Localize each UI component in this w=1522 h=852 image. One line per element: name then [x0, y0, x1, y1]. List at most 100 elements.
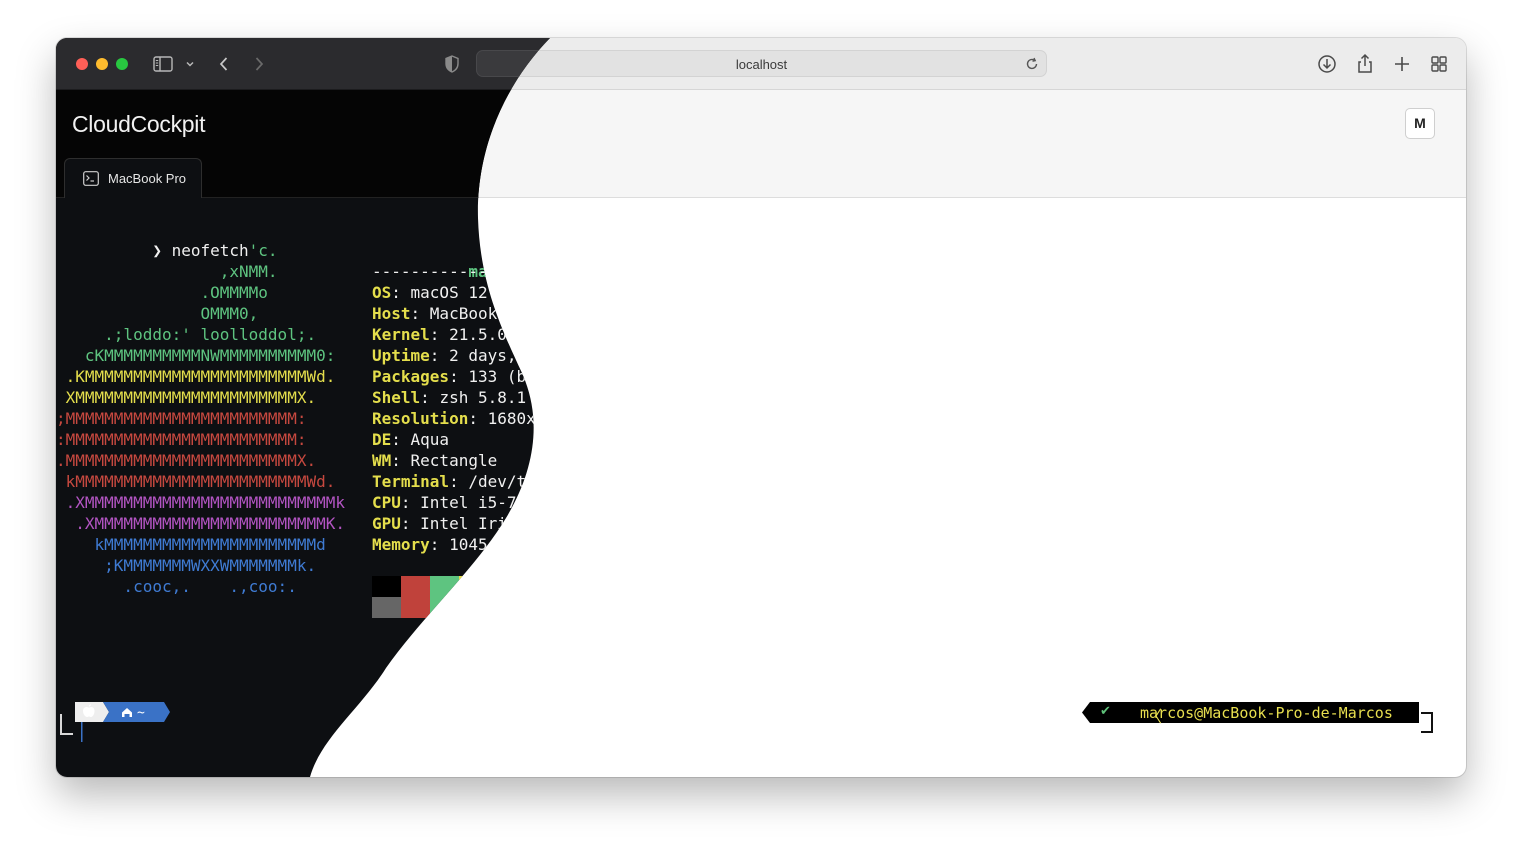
info-row: DE: Aqua — [372, 429, 449, 450]
info-row: Packages: 133 (brew) — [372, 366, 565, 387]
info-value: : Intel Iris Plus Graphics 640 — [400, 514, 690, 533]
info-row: GPU: Intel Iris Plus Graphics 640 — [372, 513, 690, 534]
new-tab-icon[interactable] — [1391, 53, 1413, 75]
ascii-line: ;MMMMMMMMMMMMMMMMMMMMMMMM: — [56, 409, 307, 428]
home-path: ~ — [137, 706, 145, 721]
ascii-line: OMMM0, — [56, 304, 259, 323]
info-value: : MacBookPro14,1 — [410, 304, 565, 323]
color-swatch — [488, 576, 517, 597]
ascii-line: cKMMMMMMMMMMNWMMMMMMMMMM0: — [56, 346, 336, 365]
cursor — [81, 722, 83, 742]
info-row: Uptime: 2 days, 2 hours, 47 mins — [372, 345, 680, 366]
success-check-icon: ✔ — [1100, 704, 1111, 719]
ascii-line: .KMMMMMMMMMMMMMMMMMMMMMMMWd. — [56, 367, 336, 386]
privacy-shield-icon[interactable] — [441, 53, 463, 75]
color-palette — [372, 576, 603, 618]
info-row: Memory: 10454MiB / 16384MiB — [372, 534, 632, 555]
info-key: OS — [372, 283, 392, 302]
info-key: WM — [372, 451, 392, 470]
sidebar-toggle-icon[interactable] — [152, 53, 174, 75]
info-value: : 2 days, 2 hours, 47 mins — [429, 346, 681, 365]
info-value: : /dev/ttys007 — [449, 472, 584, 491]
color-swatch — [546, 576, 575, 597]
right-prompt: ✔ 〈 marcos@MacBook-Pro-de-Marcos — [1082, 702, 1419, 726]
color-swatch — [575, 597, 604, 618]
tab-macbook-pro[interactable]: MacBook Pro — [64, 158, 202, 198]
ascii-line: ;KMMMMMMMWXXWMMMMMMMk. — [56, 556, 317, 575]
info-value: : 21.5.0 — [429, 325, 507, 344]
user-avatar[interactable]: M — [1405, 108, 1435, 139]
back-icon[interactable] — [213, 53, 235, 75]
info-key: Shell — [372, 388, 421, 407]
ascii-line: ,xNMM. — [56, 262, 278, 281]
info-key: Packages — [372, 367, 450, 386]
info-row: Resolution: 1680x1050@2x — [372, 408, 603, 429]
color-swatch — [488, 597, 517, 618]
color-swatch — [430, 597, 459, 618]
address-bar[interactable]: localhost — [476, 50, 1047, 77]
color-swatch — [372, 576, 401, 597]
info-value: : Intel i5-7360U (4) @ 2.30GHz — [400, 493, 690, 512]
minimize-window-button[interactable] — [96, 58, 108, 70]
separator-line: ---------------------------------- — [372, 262, 700, 281]
info-row: CPU: Intel i5-7360U (4) @ 2.30GHz — [372, 492, 690, 513]
forward-icon[interactable] — [248, 53, 270, 75]
tab-label: MacBook Pro — [108, 171, 187, 186]
info-key: Kernel — [372, 325, 430, 344]
left-prompt: ~ — [60, 702, 190, 742]
info-key: Uptime — [372, 346, 430, 365]
user-host-line: marcos@MacBook-Pro-de-Marcos.local — [372, 240, 796, 261]
right-prompt-text: marcos@MacBook-Pro-de-Marcos — [1140, 704, 1393, 722]
ascii-line: kMMMMMMMMMMMMMMMMMMMMMMMMWd. — [56, 472, 336, 491]
info-value: : Rectangle — [391, 451, 498, 470]
ascii-line: XMMMMMMMMMMMMMMMMMMMMMMMX. — [56, 388, 317, 407]
ascii-line: .XMMMMMMMMMMMMMMMMMMMMMMMMK. — [56, 514, 345, 533]
info-row: OS: macOS 12.4 21F79 x86_64 — [372, 282, 632, 303]
info-value: : 10454MiB / 16384MiB — [429, 535, 633, 554]
browser-window: localhost M ✔ 〈 marcos@MacBook-Pro-de-Ma… — [56, 38, 1466, 777]
info-row: Shell: zsh 5.8.1 — [372, 387, 526, 408]
tab-overview-icon[interactable] — [1428, 53, 1450, 75]
ascii-line: .MMMMMMMMMMMMMMMMMMMMMMMMX. — [56, 451, 317, 470]
info-key: CPU — [372, 493, 401, 512]
reload-icon[interactable] — [1024, 56, 1040, 72]
command-line: ❯ neofetch — [56, 219, 249, 240]
info-row: WM: Rectangle — [372, 450, 497, 471]
ascii-line: .;loddo:' loolloddol;. — [56, 325, 317, 344]
ascii-line: .OMMMMo — [56, 283, 268, 302]
hostname: MacBook-Pro-de-Marcos.local — [535, 262, 796, 281]
info-key: Host — [372, 304, 411, 323]
info-value: : zsh 5.8.1 — [420, 388, 527, 407]
color-swatch — [517, 576, 546, 597]
color-swatch — [459, 597, 488, 618]
ascii-line: .XMMMMMMMMMMMMMMMMMMMMMMMMMMk — [56, 493, 345, 512]
download-icon[interactable] — [1316, 53, 1338, 75]
ascii-line: .cooc,. .,coo:. — [56, 577, 297, 596]
close-window-button[interactable] — [76, 58, 88, 70]
ascii-line: 'c. — [56, 241, 278, 260]
info-value: : Aqua — [391, 430, 450, 449]
terminal-icon — [83, 171, 99, 186]
chevron-down-icon[interactable] — [180, 53, 200, 75]
info-value: : macOS 12.4 21F79 x86_64 — [391, 283, 633, 302]
color-swatch — [401, 597, 430, 618]
color-swatch — [575, 576, 604, 597]
url-text: localhost — [735, 57, 788, 72]
app-title: CloudCockpit — [72, 111, 206, 137]
info-key: Resolution — [372, 409, 469, 428]
info-key: Terminal — [372, 472, 450, 491]
info-row: Terminal: /dev/ttys007 — [372, 471, 584, 492]
color-swatch — [517, 597, 546, 618]
info-row: Host: MacBookPro14,1 — [372, 303, 565, 324]
share-icon[interactable] — [1354, 53, 1376, 75]
terminal-output[interactable]: ❯ neofetch 'c. ,xNMM. .OMMMMo OMMM0, .;l… — [56, 198, 1466, 777]
info-value: : 1680x1050@2x — [468, 409, 604, 428]
info-row: Kernel: 21.5.0 — [372, 324, 507, 345]
zoom-window-button[interactable] — [116, 58, 128, 70]
ascii-line: :MMMMMMMMMMMMMMMMMMMMMMMM: — [56, 430, 307, 449]
ascii-line: kMMMMMMMMMMMMMMMMMMMMMMd — [56, 535, 326, 554]
bracket-right — [1421, 712, 1433, 733]
color-swatch — [430, 576, 459, 597]
color-swatch — [459, 576, 488, 597]
color-swatch — [546, 597, 575, 618]
